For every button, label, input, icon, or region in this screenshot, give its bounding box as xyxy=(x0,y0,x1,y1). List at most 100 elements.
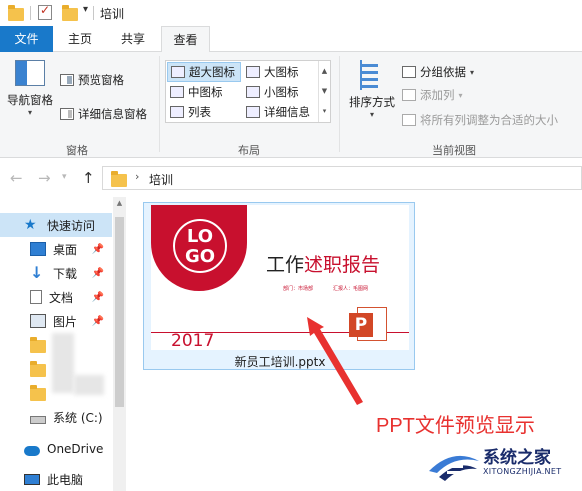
nav-item-drive-c[interactable]: 系统 (C:) xyxy=(0,405,112,429)
pin-icon[interactable]: 📌 xyxy=(92,268,104,279)
layout-gallery-scroll[interactable]: ▲ ▼ ▾ xyxy=(318,61,330,122)
group-separator xyxy=(339,56,340,152)
layout-label: 列表 xyxy=(188,105,211,119)
nav-label: 下载 xyxy=(53,266,78,281)
pin-icon[interactable]: 📌 xyxy=(92,292,104,303)
group-by-icon xyxy=(402,66,416,78)
pin-icon[interactable]: 📌 xyxy=(92,316,104,327)
watermark-logo-icon xyxy=(429,455,479,481)
nav-item-this-pc[interactable]: 此电脑 xyxy=(0,467,112,491)
navigation-pane-button[interactable]: 导航窗格 ▾ xyxy=(4,60,56,117)
watermark-text-cn: 系统之家 xyxy=(483,448,551,468)
breadcrumb-chevron-icon[interactable]: › xyxy=(135,170,139,183)
watermark-text-en: XITONGZHIJIA.NET xyxy=(483,467,562,476)
back-arrow-icon[interactable]: ← xyxy=(10,169,23,187)
nav-label: 快速访问 xyxy=(47,218,96,233)
navigation-pane-icon xyxy=(15,60,45,86)
scrollbar-thumb[interactable] xyxy=(115,217,124,407)
details-pane-icon xyxy=(60,108,74,120)
nav-item-documents[interactable]: 文档 📌 xyxy=(0,285,112,309)
nav-item-desktop[interactable]: 桌面 📌 xyxy=(0,237,112,261)
layout-small-icons[interactable]: 小图标 xyxy=(243,82,319,102)
nav-quick-access[interactable]: ★ 快速访问 xyxy=(0,213,112,237)
small-icons-icon xyxy=(246,86,260,98)
tab-home[interactable]: 主页 xyxy=(55,26,105,52)
group-by-label: 分组依据 xyxy=(420,65,466,79)
nav-item-onedrive[interactable]: OneDrive xyxy=(0,437,112,461)
group-label-panes: 窗格 xyxy=(66,144,88,157)
sort-icon xyxy=(358,60,386,90)
nav-label: OneDrive xyxy=(47,442,104,456)
layout-label: 小图标 xyxy=(264,85,299,99)
layout-gallery: 超大图标 大图标 中图标 小图标 列表 详细信息 ▲ ▼ ▾ xyxy=(165,60,331,123)
drive-icon xyxy=(30,416,46,424)
group-separator xyxy=(159,56,160,152)
layout-extra-large-icons[interactable]: 超大图标 xyxy=(167,62,241,82)
add-columns-icon xyxy=(402,89,416,101)
layout-large-icons[interactable]: 大图标 xyxy=(243,62,319,82)
ribbon-view-panel: 导航窗格 ▾ 预览窗格 详细信息窗格 窗格 超大图标 大图标 中图标 小图标 列… xyxy=(0,52,582,158)
layout-medium-icons[interactable]: 中图标 xyxy=(167,82,241,102)
computer-icon xyxy=(24,473,40,485)
sort-by-button[interactable]: 排序方式 ▾ xyxy=(346,60,398,119)
group-by-button[interactable]: 分组依据 ▾ xyxy=(402,62,474,82)
layout-label: 详细信息 xyxy=(264,105,310,119)
title-separator xyxy=(30,6,31,20)
layout-details[interactable]: 详细信息 xyxy=(243,102,319,122)
chevron-down-icon: ▾ xyxy=(27,108,32,117)
tab-view[interactable]: 查看 xyxy=(161,26,210,53)
details-pane-label: 详细信息窗格 xyxy=(78,107,147,121)
tab-share[interactable]: 共享 xyxy=(107,26,159,52)
navigation-pane-label: 导航窗格 xyxy=(7,93,53,107)
gallery-expand-icon[interactable]: ▾ xyxy=(319,101,330,121)
size-all-columns-label: 将所有列调整为合适的大小 xyxy=(420,113,558,127)
nav-label: 文档 xyxy=(49,290,74,305)
details-pane-button[interactable]: 详细信息窗格 xyxy=(60,104,147,124)
chevron-down-icon: ▾ xyxy=(470,67,475,77)
chevron-up-icon[interactable]: ▲ xyxy=(319,61,330,81)
add-columns-label: 添加列 xyxy=(420,88,455,102)
title-separator xyxy=(93,6,94,20)
chevron-down-icon: ▾ xyxy=(369,110,374,119)
redacted-region xyxy=(52,333,74,393)
star-icon: ★ xyxy=(24,217,37,233)
group-label-layout: 布局 xyxy=(238,144,260,157)
preview-pane-button[interactable]: 预览窗格 xyxy=(60,70,124,90)
size-all-columns-button[interactable]: 将所有列调整为合适的大小 xyxy=(402,110,558,130)
navigation-pane: ★ 快速访问 桌面 📌 ↓ 下载 📌 文档 📌 图片 📌 系统 (C:) One… xyxy=(0,197,126,491)
download-arrow-icon: ↓ xyxy=(30,263,44,282)
preview-pane-icon xyxy=(60,74,74,86)
up-arrow-icon[interactable]: ↑ xyxy=(82,169,95,187)
sort-by-label: 排序方式 xyxy=(349,95,395,109)
folder-icon xyxy=(30,385,46,401)
extra-large-icons-icon xyxy=(171,66,185,78)
pin-icon[interactable]: 📌 xyxy=(92,244,104,255)
medium-icons-icon xyxy=(170,86,184,98)
tab-file[interactable]: 文件 xyxy=(0,26,53,52)
desktop-icon xyxy=(30,242,46,256)
address-bar[interactable]: › 培训 xyxy=(102,166,582,190)
cloud-icon xyxy=(24,446,40,456)
redacted-region xyxy=(74,375,104,395)
add-columns-button[interactable]: 添加列 ▾ xyxy=(402,85,463,105)
layout-label: 中图标 xyxy=(188,85,223,99)
folder-icon xyxy=(30,337,46,353)
title-bar: ▾ 培训 xyxy=(0,0,582,26)
navigation-pane-scrollbar[interactable]: ▲ xyxy=(113,197,126,491)
list-icon xyxy=(170,106,184,118)
nav-label: 图片 xyxy=(53,314,78,329)
chevron-up-icon[interactable]: ▲ xyxy=(113,199,126,207)
forward-arrow-icon[interactable]: → xyxy=(38,169,51,187)
chevron-down-icon[interactable]: ▼ xyxy=(319,81,330,101)
watermark: 系统之家 XITONGZHIJIA.NET xyxy=(425,441,580,487)
nav-item-downloads[interactable]: ↓ 下载 📌 xyxy=(0,261,112,285)
nav-item-pictures[interactable]: 图片 📌 xyxy=(0,309,112,333)
picture-icon xyxy=(30,314,46,328)
layout-list[interactable]: 列表 xyxy=(167,102,241,122)
address-row: ← → ▾ ↑ › 培训 xyxy=(0,159,582,197)
breadcrumb-current[interactable]: 培训 xyxy=(149,171,173,188)
document-icon xyxy=(30,290,42,304)
recent-locations-chevron-icon[interactable]: ▾ xyxy=(62,172,67,182)
quick-access-dropdown-icon[interactable]: ▾ xyxy=(83,4,88,15)
window-title: 培训 xyxy=(100,7,125,21)
